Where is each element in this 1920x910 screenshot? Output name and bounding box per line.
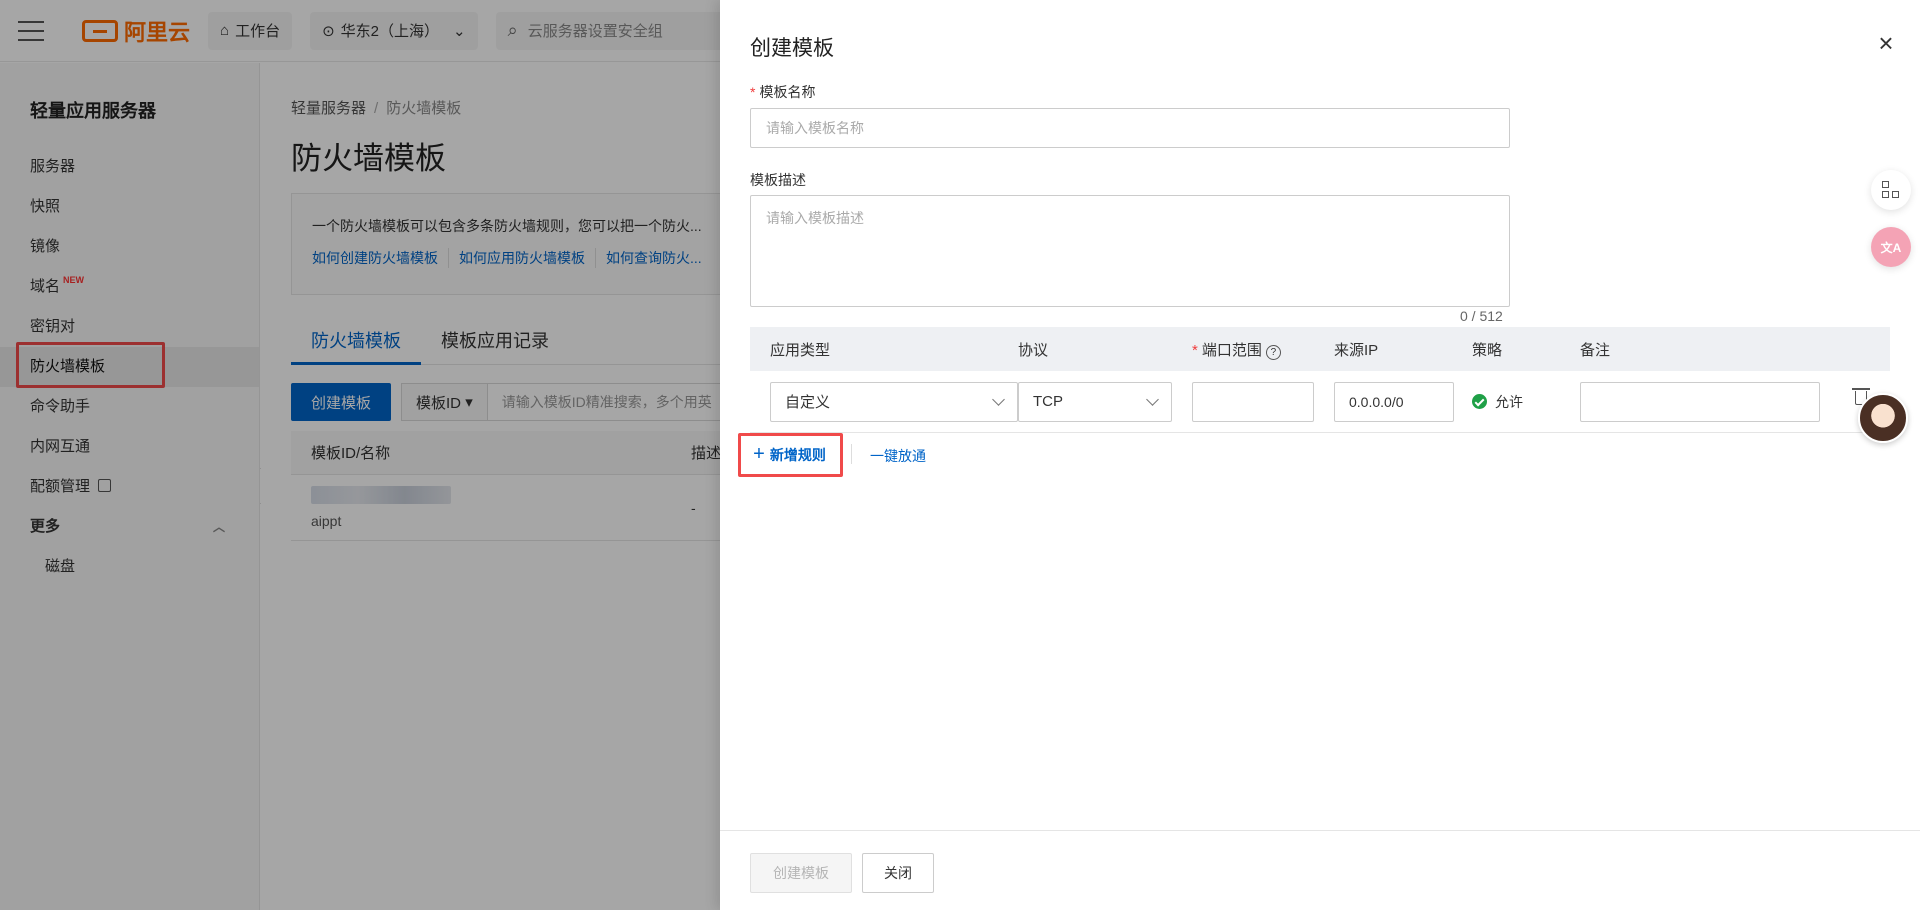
port-range-input[interactable] <box>1192 381 1314 422</box>
policy-status: 允许 <box>1472 392 1580 412</box>
one-key-open-button[interactable]: 一键放通 <box>870 446 926 466</box>
column-header: 协议 <box>1018 341 1049 359</box>
add-rule-button[interactable]: + 新增规则 <box>738 434 841 476</box>
chevron-down-icon <box>992 392 1005 406</box>
close-button[interactable]: 关闭 <box>862 853 934 893</box>
rule-row: 自定义 TCP 允许 <box>750 371 1890 433</box>
column-header: 应用类型 <box>770 341 831 359</box>
widget-button[interactable] <box>1871 170 1911 210</box>
column-header: 备注 <box>1580 341 1611 359</box>
translate-icon: 文A <box>1880 240 1902 255</box>
template-desc-label: 模板描述 <box>750 172 806 188</box>
plus-icon: + <box>753 443 765 465</box>
close-icon[interactable]: × <box>1874 30 1898 56</box>
template-name-input[interactable] <box>750 108 1510 148</box>
drawer-title: 创建模板 <box>750 37 834 60</box>
template-name-label: * 模板名称 <box>750 84 816 100</box>
template-desc-textarea[interactable] <box>750 195 1510 307</box>
app-type-select[interactable]: 自定义 <box>770 381 1018 422</box>
assistant-avatar[interactable] <box>1858 393 1908 443</box>
column-header: 来源IP <box>1334 341 1379 359</box>
column-header-port: * 端口范围? <box>1192 339 1334 360</box>
column-header: 策略 <box>1472 341 1503 359</box>
create-template-drawer: 创建模板 × *模板名称 模板描述 0 / 512 应用类型 协议 *端口范围?… <box>720 0 1920 910</box>
protocol-select[interactable]: TCP <box>1018 381 1172 422</box>
modal-overlay[interactable] <box>0 0 720 910</box>
check-circle-icon <box>1472 394 1487 409</box>
remark-input[interactable] <box>1580 381 1820 422</box>
rules-table: 应用类型 协议 *端口范围? 来源IP 策略 备注 自定义 TCP 允许 <box>750 327 1890 433</box>
drawer-footer: 创建模板 关闭 <box>720 830 1920 910</box>
source-ip-input[interactable] <box>1334 381 1454 422</box>
translate-button[interactable]: 文A <box>1871 227 1911 267</box>
char-counter: 0 / 512 <box>1460 308 1503 324</box>
help-icon[interactable]: ? <box>1265 344 1281 360</box>
chevron-down-icon <box>1146 392 1159 406</box>
apps-add-icon <box>1882 181 1900 199</box>
submit-create-button[interactable]: 创建模板 <box>750 853 852 893</box>
